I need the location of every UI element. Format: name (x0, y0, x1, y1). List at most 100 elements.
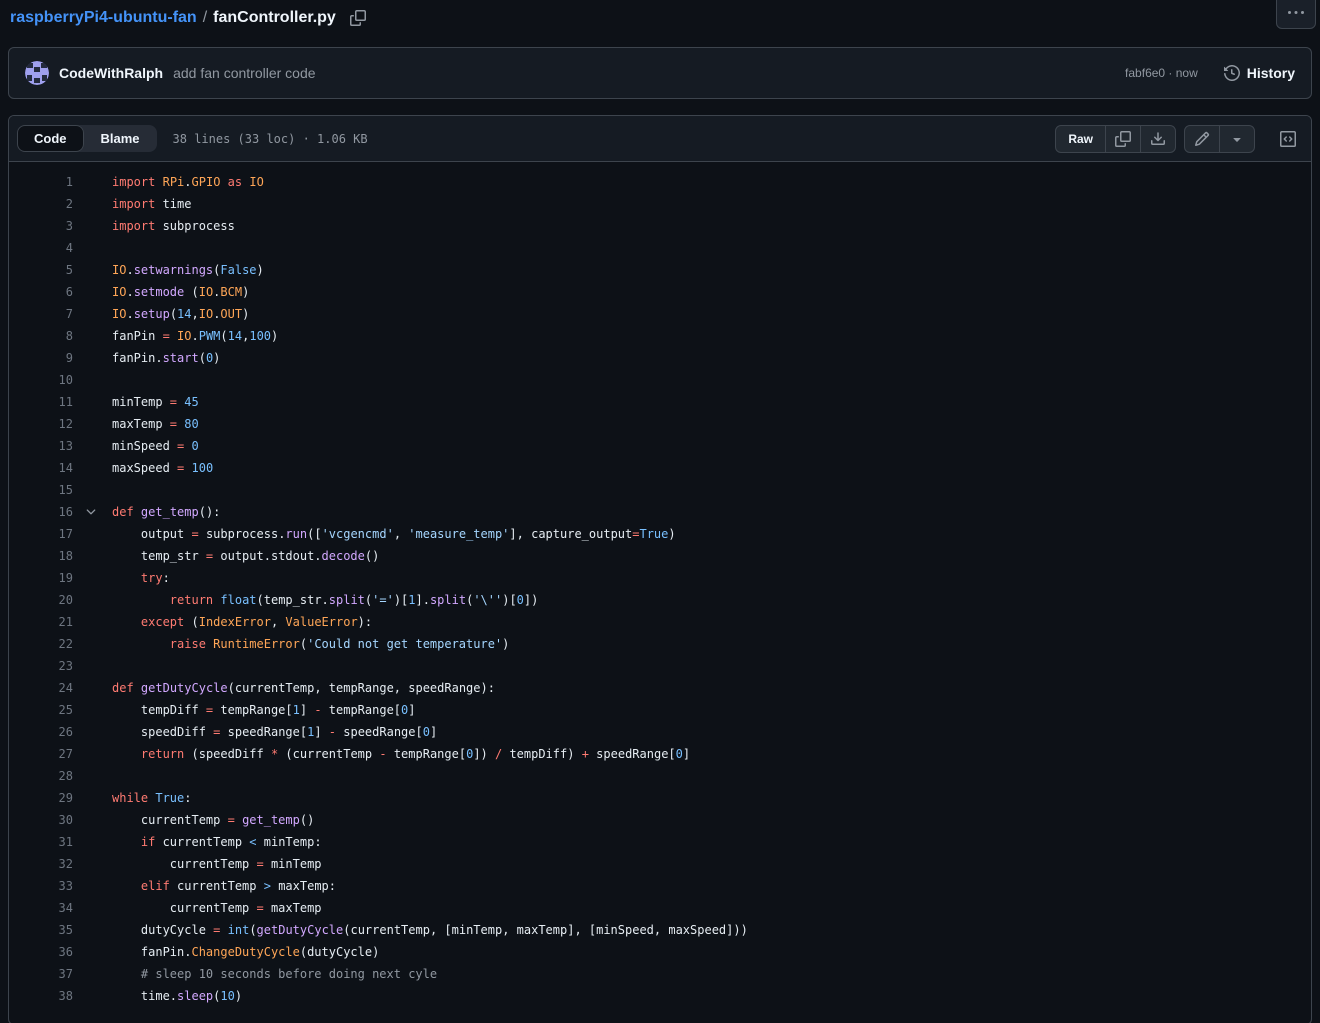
code-text: return (speedDiff * (currentTemp - tempR… (112, 743, 690, 765)
gutter-spacer (73, 963, 112, 985)
code-lines: 1import RPi.GPIO as IO2import time3impor… (9, 162, 1311, 1023)
line-number[interactable]: 11 (9, 391, 73, 413)
copy-icon (1115, 131, 1131, 147)
code-line: 24def getDutyCycle(currentTemp, tempRang… (9, 677, 1311, 699)
breadcrumb: raspberryPi4-ubuntu-fan / fanController.… (10, 8, 368, 28)
line-number[interactable]: 34 (9, 897, 73, 919)
copy-path-button[interactable] (348, 8, 368, 28)
code-text: import RPi.GPIO as IO (112, 171, 264, 193)
gutter-spacer (73, 721, 112, 743)
line-number[interactable]: 24 (9, 677, 73, 699)
code-text: except (IndexError, ValueError): (112, 611, 372, 633)
code-text: minSpeed = 0 (112, 435, 199, 457)
line-number[interactable]: 26 (9, 721, 73, 743)
avatar[interactable] (25, 61, 49, 85)
line-number[interactable]: 20 (9, 589, 73, 611)
line-number[interactable]: 4 (9, 237, 73, 259)
code-text: raise RuntimeError('Could not get temper… (112, 633, 509, 655)
more-options-button[interactable] (1276, 0, 1316, 29)
code-text: tempDiff = tempRange[1] - tempRange[0] (112, 699, 416, 721)
code-line: 37 # sleep 10 seconds before doing next … (9, 963, 1311, 985)
code-text: fanPin.ChangeDutyCycle(dutyCycle) (112, 941, 379, 963)
history-button[interactable]: History (1224, 65, 1295, 81)
line-number[interactable]: 38 (9, 985, 73, 1007)
line-number[interactable]: 35 (9, 919, 73, 941)
line-number[interactable]: 37 (9, 963, 73, 985)
line-number[interactable]: 7 (9, 303, 73, 325)
line-number[interactable]: 29 (9, 787, 73, 809)
code-text: fanPin.start(0) (112, 347, 220, 369)
symbols-panel-button[interactable] (1273, 125, 1303, 153)
download-button[interactable] (1140, 126, 1175, 152)
tab-blame[interactable]: Blame (84, 125, 157, 152)
line-number[interactable]: 23 (9, 655, 73, 677)
line-number[interactable]: 15 (9, 479, 73, 501)
gutter-spacer (73, 743, 112, 765)
line-number[interactable]: 31 (9, 831, 73, 853)
code-line: 15 (9, 479, 1311, 501)
line-number[interactable]: 21 (9, 611, 73, 633)
copy-file-button[interactable] (1105, 126, 1140, 152)
line-number[interactable]: 16 (9, 501, 73, 523)
code-text: IO.setup(14,IO.OUT) (112, 303, 249, 325)
code-line: 23 (9, 655, 1311, 677)
gutter-spacer (73, 259, 112, 281)
line-number[interactable]: 27 (9, 743, 73, 765)
code-line: 35 dutyCycle = int(getDutyCycle(currentT… (9, 919, 1311, 941)
raw-button[interactable]: Raw (1056, 126, 1105, 152)
code-line: 10 (9, 369, 1311, 391)
code-line: 8fanPin = IO.PWM(14,100) (9, 325, 1311, 347)
tab-code[interactable]: Code (17, 125, 84, 152)
chevron-down-icon[interactable] (73, 501, 112, 523)
code-text: # sleep 10 seconds before doing next cyl… (112, 963, 437, 985)
line-number[interactable]: 36 (9, 941, 73, 963)
line-number[interactable]: 19 (9, 567, 73, 589)
gutter-spacer (73, 281, 112, 303)
commit-message[interactable]: add fan controller code (173, 65, 315, 81)
gutter-spacer (73, 875, 112, 897)
line-number[interactable]: 32 (9, 853, 73, 875)
triangle-down-icon (1229, 131, 1245, 147)
gutter-spacer (73, 369, 112, 391)
code-line: 22 raise RuntimeError('Could not get tem… (9, 633, 1311, 655)
line-number[interactable]: 9 (9, 347, 73, 369)
line-number[interactable]: 2 (9, 193, 73, 215)
commit-author[interactable]: CodeWithRalph (59, 65, 163, 81)
code-line: 28 (9, 765, 1311, 787)
code-text: def get_temp(): (112, 501, 220, 523)
gutter-spacer (73, 215, 112, 237)
code-line: 16 def get_temp(): (9, 501, 1311, 523)
edit-button[interactable] (1185, 126, 1219, 152)
line-number[interactable]: 12 (9, 413, 73, 435)
code-line: 33 elif currentTemp > maxTemp: (9, 875, 1311, 897)
code-line: 30 currentTemp = get_temp() (9, 809, 1311, 831)
line-number[interactable]: 33 (9, 875, 73, 897)
line-number[interactable]: 10 (9, 369, 73, 391)
line-number[interactable]: 14 (9, 457, 73, 479)
kebab-icon (1288, 5, 1304, 21)
breadcrumb-repo-link[interactable]: raspberryPi4-ubuntu-fan (10, 9, 197, 27)
code-text: time.sleep(10) (112, 985, 242, 1007)
line-number[interactable]: 25 (9, 699, 73, 721)
line-number[interactable]: 1 (9, 171, 73, 193)
line-number[interactable]: 8 (9, 325, 73, 347)
code-text: IO.setwarnings(False) (112, 259, 264, 281)
gutter-spacer (73, 391, 112, 413)
line-number[interactable]: 13 (9, 435, 73, 457)
line-number[interactable]: 5 (9, 259, 73, 281)
download-icon (1150, 131, 1166, 147)
line-number[interactable]: 18 (9, 545, 73, 567)
line-number[interactable]: 3 (9, 215, 73, 237)
line-number[interactable]: 17 (9, 523, 73, 545)
line-number[interactable]: 6 (9, 281, 73, 303)
line-number[interactable]: 30 (9, 809, 73, 831)
code-text: try: (112, 567, 170, 589)
line-number[interactable]: 28 (9, 765, 73, 787)
code-text: minTemp = 45 (112, 391, 199, 413)
code-line: 32 currentTemp = minTemp (9, 853, 1311, 875)
code-text: return float(temp_str.split('=')[1].spli… (112, 589, 538, 611)
line-number[interactable]: 22 (9, 633, 73, 655)
code-text: import subprocess (112, 215, 235, 237)
gutter-spacer (73, 413, 112, 435)
edit-dropdown-button[interactable] (1219, 126, 1254, 152)
